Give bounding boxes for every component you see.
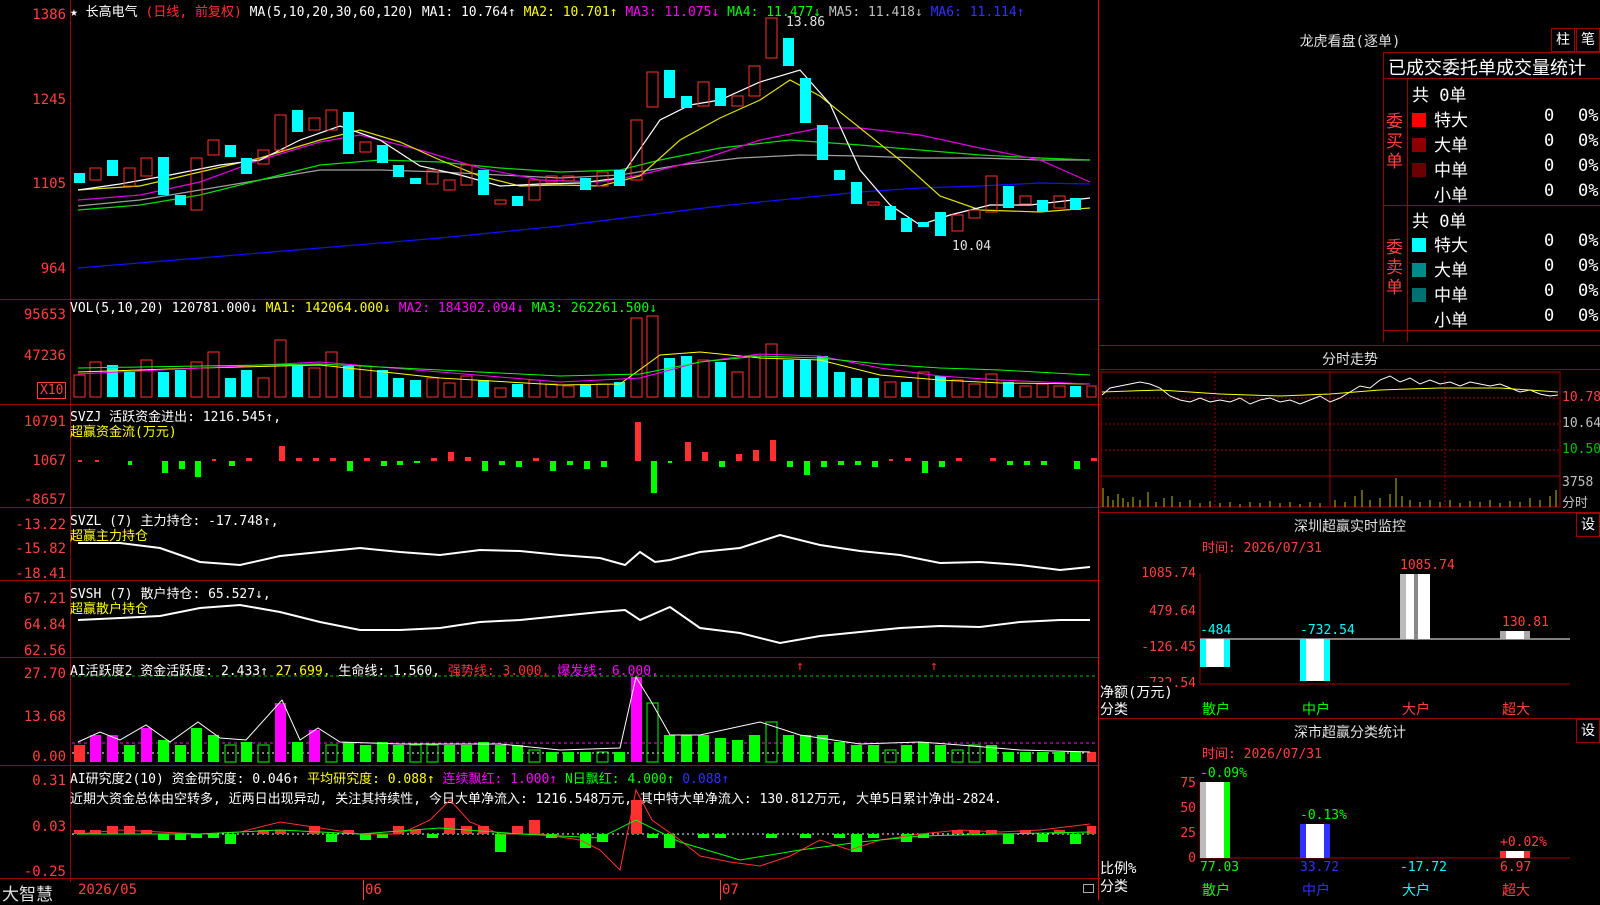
chart-area[interactable]: ★ 长高电气 (日线, 前复权) MA(5,10,20,30,60,120) M… — [0, 0, 1100, 905]
sz-monitor-settings-button[interactable]: 设 — [1576, 513, 1600, 537]
sz-monitor-bars[interactable] — [1200, 574, 1530, 681]
candlesticks[interactable] — [74, 17, 1081, 236]
right-panels: 龙虎看盘(逐单) 柱 笔 已成交委托单成交量统计 委买单 委卖单 共 0单 共 … — [1100, 0, 1600, 900]
vol-ma3-line — [77, 355, 1091, 377]
sz-class-cat-3: 大户 — [1402, 883, 1430, 899]
sz-monitor-cat-2: 中户 — [1302, 702, 1330, 718]
sz-class-tick-1: 75 — [1180, 776, 1196, 791]
sz-class-value-3: -17.72 — [1400, 860, 1447, 875]
sz-class-title: 深市超赢分类统计 — [1294, 725, 1406, 741]
svzj-bars[interactable] — [78, 422, 1097, 493]
sz-monitor-label-3: 1085.74 — [1400, 558, 1455, 573]
sz-class-cat-2: 中户 — [1302, 883, 1330, 899]
chart-canvas: ↑ ↑ — [72, 17, 1097, 872]
sz-class-top-label-1: -0.09% — [1200, 766, 1247, 781]
svzl-line — [78, 533, 1091, 572]
sz-class-time: 时间: 2026/07/31 — [1202, 747, 1322, 762]
sz-monitor-tick-3: -126.45 — [1141, 640, 1196, 655]
sz-class-top-label-2: -0.13% — [1300, 808, 1347, 823]
sz-monitor-label-2: -732.54 — [1300, 623, 1355, 638]
sz-class-cat-4: 超大 — [1502, 883, 1530, 899]
sz-class-y-title: 比例% — [1100, 861, 1137, 877]
sz-monitor-tick-1: 1085.74 — [1141, 566, 1196, 581]
svg-text:↑: ↑ — [796, 659, 804, 674]
sz-monitor-x-title: 分类 — [1100, 702, 1128, 718]
sz-monitor-title: 深圳超赢实时监控 — [1294, 519, 1406, 535]
intraday-canvas[interactable] — [1100, 0, 1600, 900]
sz-monitor-cat-1: 散户 — [1202, 702, 1230, 718]
sz-monitor-label-1: -484 — [1200, 623, 1232, 638]
sz-monitor-cat-4: 超大 — [1502, 702, 1530, 718]
svsh-line — [77, 603, 1090, 645]
sz-class-value-1: 77.03 — [1200, 860, 1240, 875]
sz-monitor-time: 时间: 2026/07/31 — [1202, 541, 1322, 556]
sz-class-value-2: 33.72 — [1300, 860, 1340, 875]
ai-active-line — [77, 675, 1091, 753]
sz-class-tick-2: 50 — [1180, 801, 1196, 816]
sz-monitor-tick-2: 479.64 — [1149, 604, 1196, 619]
ai-research-bars[interactable] — [74, 800, 1096, 852]
ai-research-line — [77, 788, 1091, 872]
sz-class-bars[interactable] — [1200, 782, 1530, 858]
sz-class-x-title: 分类 — [1100, 879, 1128, 895]
sz-class-tick-3: 25 — [1180, 826, 1196, 841]
sz-monitor-cat-3: 大户 — [1402, 702, 1430, 718]
sz-class-top-label-3: +0.02% — [1500, 835, 1547, 850]
sz-class-settings-button[interactable]: 设 — [1576, 719, 1600, 743]
svg-text:↑: ↑ — [930, 659, 938, 674]
sz-monitor-label-4: 130.81 — [1502, 615, 1549, 630]
sz-class-cat-1: 散户 — [1202, 883, 1230, 899]
sz-class-value-4: 6.97 — [1500, 860, 1532, 875]
